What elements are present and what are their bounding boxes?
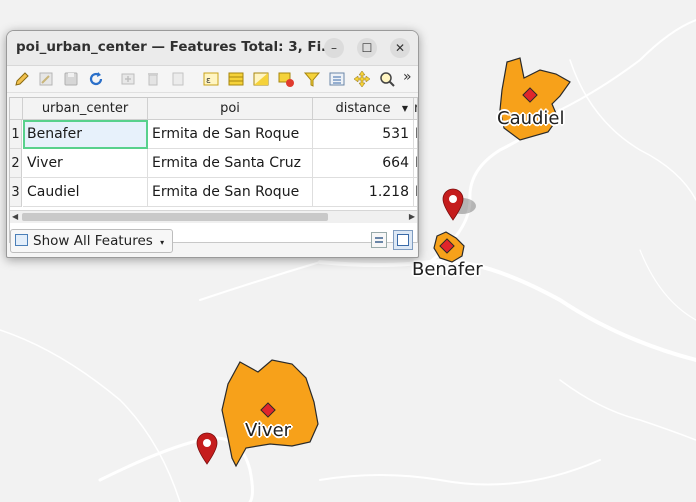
save-edits-icon[interactable] [62,70,80,88]
filter-icon[interactable] [303,70,321,88]
svg-text:ε: ε [206,76,211,86]
invert-selection-icon[interactable] [252,70,270,88]
sort-descending-icon: ▼ [401,104,408,113]
move-selection-top-icon[interactable] [328,70,346,88]
table-cell-poi[interactable]: Ermita de Santa Cruz [148,149,313,178]
zoom-to-selection-icon[interactable] [378,70,396,88]
toolbar: ε » [7,66,418,93]
column-header-poi[interactable]: poi [148,98,313,120]
column-header-extra[interactable]: r [414,98,417,120]
show-all-features-label: Show All Features [33,233,153,249]
select-all-icon[interactable] [227,70,245,88]
viver-label: Viver [245,420,292,441]
cut-icon[interactable] [169,70,187,88]
horizontal-scrollbar[interactable]: ◀ ▶ [10,210,417,223]
table-cell-distance[interactable]: 664 [313,149,414,178]
table-cell-distance[interactable]: 1.218 [313,178,414,207]
more-tools-button[interactable]: » [403,69,412,85]
table-cell-poi[interactable]: Ermita de San Roque [148,178,313,207]
benafer-label: Benafer [412,259,483,280]
delete-feature-icon[interactable] [144,70,162,88]
title-bar[interactable]: poi_urban_center — Features Total: 3, Fi… [7,31,418,66]
table-cell-extra[interactable]: I [414,178,417,207]
footer-bar: Show All Features ▾ [7,229,418,257]
column-header-urban-center[interactable]: urban_center [23,98,148,120]
expression-select-icon[interactable]: ε [202,70,220,88]
table-cell-extra[interactable]: I [414,149,417,178]
row-number[interactable]: 1 [10,120,22,149]
maximize-button[interactable]: ☐ [357,38,377,58]
table-icon [15,234,28,246]
column-header-distance-label: distance [335,101,391,116]
pan-to-selection-icon[interactable] [353,70,371,88]
multi-edit-icon[interactable] [37,70,55,88]
corner-header[interactable] [10,98,23,120]
table-cell-urban-center[interactable]: Caudiel [23,178,148,207]
show-all-features-button[interactable]: Show All Features ▾ [10,229,174,253]
reload-icon[interactable] [87,70,105,88]
deselect-icon[interactable] [277,70,295,88]
scrollbar-thumb[interactable] [22,213,328,221]
form-view-icon[interactable] [371,232,387,248]
table-cell-poi[interactable]: Ermita de San Roque [148,120,313,149]
row-number[interactable]: 2 [10,149,22,178]
table-cell-extra[interactable]: I [414,120,417,149]
table-cell-urban-center[interactable]: Benafer [23,120,148,149]
table-view-icon[interactable] [393,230,413,250]
row-number[interactable]: 3 [10,178,22,207]
column-header-distance[interactable]: distance ▼ [313,98,414,120]
caudiel-label: Caudiel [497,108,565,129]
scroll-right-icon[interactable]: ▶ [409,212,415,221]
attribute-table[interactable]: urban_center poi distance ▼ r 1 Benafer … [9,97,418,243]
close-button[interactable]: ✕ [390,38,410,58]
add-feature-icon[interactable] [119,70,137,88]
minimize-button[interactable]: – [324,38,344,58]
window-title: poi_urban_center — Features Total: 3, Fi… [16,39,335,55]
table-cell-urban-center[interactable]: Viver [23,149,148,178]
attribute-table-window[interactable]: poi_urban_center — Features Total: 3, Fi… [6,30,419,258]
toggle-edit-icon[interactable] [13,70,31,88]
chevron-down-icon: ▾ [160,238,165,247]
scroll-left-icon[interactable]: ◀ [12,212,18,221]
table-cell-distance[interactable]: 531 [313,120,414,149]
